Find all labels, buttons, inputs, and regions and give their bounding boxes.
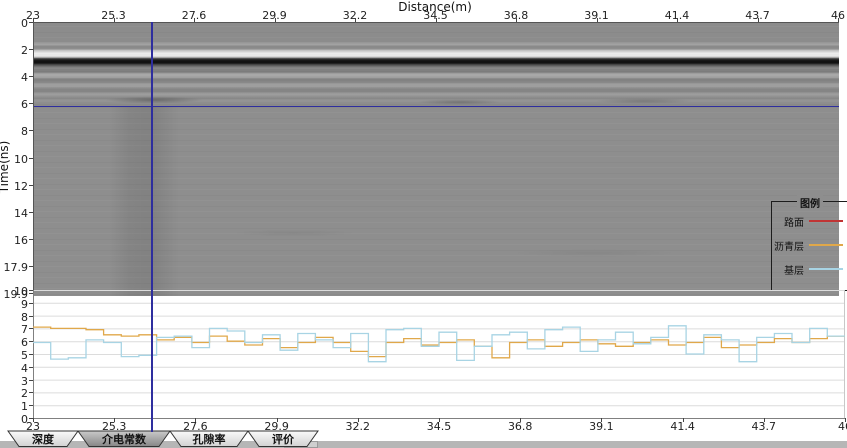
tab-孔隙率[interactable]: 孔隙率 bbox=[193, 431, 226, 447]
value-tick-label: 7 bbox=[0, 323, 28, 336]
time-tick-label: 10 bbox=[0, 153, 28, 166]
time-tick-label: 6 bbox=[0, 98, 28, 111]
value-tick-mark bbox=[29, 328, 33, 329]
legend-item: 基层 bbox=[772, 262, 847, 276]
legend-item-label: 路面 bbox=[784, 214, 804, 229]
time-tick-label: 8 bbox=[0, 125, 28, 138]
value-tick-mark bbox=[29, 392, 33, 393]
legend-item-label: 基层 bbox=[784, 262, 804, 277]
legend-color-line bbox=[809, 220, 843, 222]
value-tick-label: 4 bbox=[0, 362, 28, 375]
value-tick-mark bbox=[29, 316, 33, 317]
tab-bar: 深度 介电常数 孔隙率 评价 bbox=[0, 430, 847, 448]
value-tick-label: 9 bbox=[0, 298, 28, 311]
value-tick-mark bbox=[29, 380, 33, 381]
dielectric-line-chart[interactable] bbox=[33, 290, 846, 425]
vertical-cursor-line[interactable] bbox=[151, 22, 153, 432]
tab-评价[interactable]: 评价 bbox=[272, 431, 294, 447]
value-tick-mark bbox=[29, 354, 33, 355]
legend-item: 沥青层 bbox=[772, 238, 847, 252]
line-chart-svg bbox=[33, 290, 846, 421]
value-tick-mark bbox=[29, 290, 33, 291]
time-tick-label: 4 bbox=[0, 71, 28, 84]
legend-item: 路面 bbox=[772, 214, 847, 228]
time-tick-label: 17.9 bbox=[0, 261, 28, 274]
value-tick-mark bbox=[29, 303, 33, 304]
time-tick-label: 14 bbox=[0, 207, 28, 220]
value-tick-label: 6 bbox=[0, 336, 28, 349]
value-tick-label: 3 bbox=[0, 375, 28, 388]
legend-item-label: 沥青层 bbox=[774, 238, 804, 253]
legend-title: 图例 bbox=[797, 195, 823, 210]
value-tick-mark bbox=[29, 341, 33, 342]
value-tick-label: 1 bbox=[0, 400, 28, 413]
tab-介电常数[interactable]: 介电常数 bbox=[102, 431, 146, 447]
time-tick-label: 0 bbox=[0, 17, 28, 30]
radargram-bscan[interactable]: 图例 路面沥青层基层 bbox=[33, 22, 839, 296]
legend-color-line bbox=[809, 244, 843, 246]
time-tick-label: 12 bbox=[0, 180, 28, 193]
gpr-analysis-window: Distance(m) Time(ns) 2325.327.629.932.23… bbox=[0, 0, 847, 448]
legend-color-line bbox=[809, 268, 843, 270]
legend-box: 图例 路面沥青层基层 bbox=[771, 201, 847, 291]
value-tick-mark bbox=[29, 367, 33, 368]
value-tick-label: 10 bbox=[0, 285, 28, 298]
series-基层 bbox=[33, 326, 845, 362]
value-tick-label: 8 bbox=[0, 311, 28, 324]
horizontal-cursor-line[interactable] bbox=[34, 106, 839, 107]
time-tick-label: 2 bbox=[0, 44, 28, 57]
value-tick-label: 0 bbox=[0, 413, 28, 426]
radargram-texture bbox=[34, 23, 839, 296]
time-tick-label: 16 bbox=[0, 234, 28, 247]
value-tick-label: 5 bbox=[0, 349, 28, 362]
tab-深度[interactable]: 深度 bbox=[32, 431, 54, 447]
value-tick-label: 2 bbox=[0, 387, 28, 400]
value-tick-mark bbox=[29, 405, 33, 406]
